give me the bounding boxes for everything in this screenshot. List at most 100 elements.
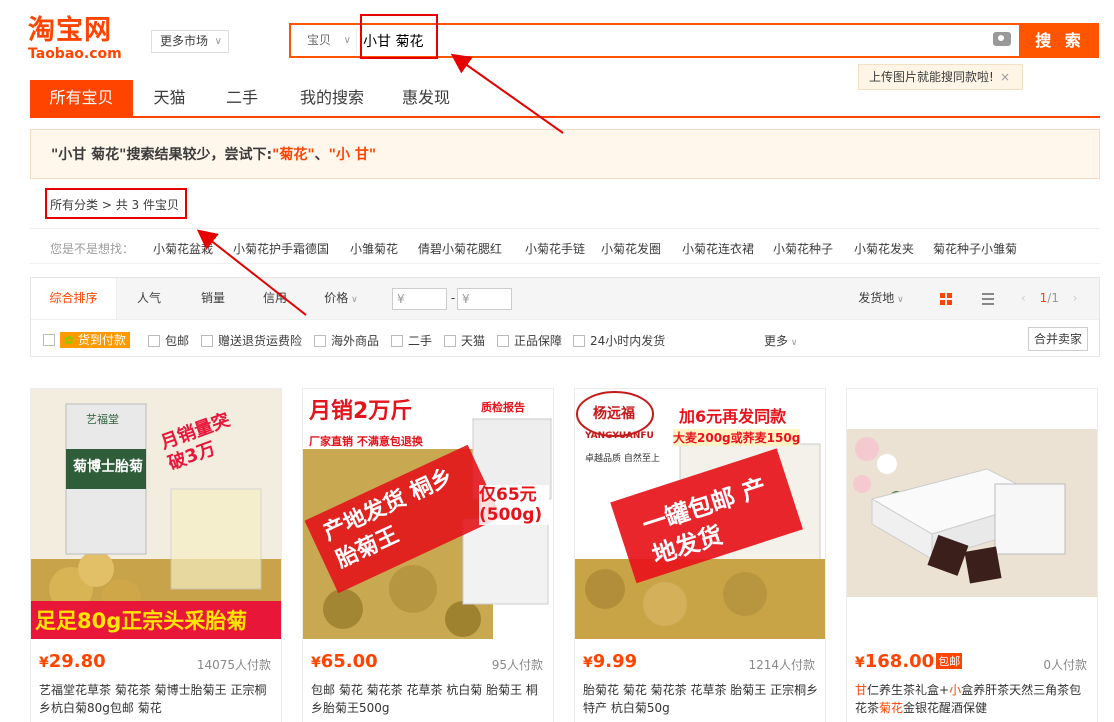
product-image[interactable]: 杨远福 YANGYUANFU 加6元再发同款 大麦200g或荞麦150g 卓越品… [575, 389, 825, 639]
tab-my-search[interactable]: 我的搜索 [278, 80, 386, 116]
filter-return-insurance[interactable]: 赠送退货运费险 [201, 332, 302, 349]
product-price: ¥65.00 [311, 651, 378, 672]
checkbox[interactable] [43, 334, 55, 346]
checkbox[interactable] [314, 335, 326, 347]
product-price: ¥9.99 [583, 651, 637, 672]
suggestion-text: "小甘 菊花"搜索结果较少，尝试下: [51, 147, 273, 163]
product-title[interactable]: 艺福堂花草茶 菊花茶 菊博士胎菊王 正宗桐乡杭白菊80g包邮 菊花 [39, 681, 275, 717]
currency-symbol: ¥ [583, 655, 593, 671]
checkbox[interactable] [573, 335, 585, 347]
currency-symbol: ¥ [855, 655, 865, 671]
image-overlay-top: 加6元再发同款 [679, 407, 787, 426]
image-overlay-bottom: 足足80g正宗头采胎菊 [35, 609, 248, 633]
filter-24h-ship[interactable]: 24小时内发货 [573, 332, 665, 349]
cod-label: 货到付款 [77, 333, 126, 347]
filter-label: 海外商品 [331, 334, 380, 348]
camera-icon[interactable] [993, 32, 1011, 46]
price-min-input[interactable]: ¥ [392, 288, 447, 310]
did-you-mean-item[interactable]: 倩碧小菊花腮红 [418, 240, 502, 257]
logo-cn: 淘宝网 [28, 15, 112, 46]
did-you-mean-label: 您是不是想找： [50, 242, 135, 256]
checkbox[interactable] [391, 335, 403, 347]
search-scope-tabs: 所有宝贝 天猫 二手 我的搜索 惠发现 [30, 80, 1100, 118]
filter-label: 24小时内发货 [590, 334, 666, 348]
filter-overseas[interactable]: 海外商品 [314, 332, 379, 349]
image-can-label: 菊博士胎菊 [73, 459, 143, 475]
chevron-down-icon: ∨ [214, 36, 222, 47]
image-overlay-sub: 厂家直销 不满意包退换 [309, 435, 423, 448]
price-max-input[interactable]: ¥ [457, 288, 512, 310]
grid-view-icon[interactable] [940, 293, 952, 305]
list-view-icon[interactable] [982, 293, 994, 305]
product-title[interactable]: 胎菊花 菊花 菊花茶 花草茶 胎菊王 正宗桐乡特产 杭白菊50g [583, 681, 819, 717]
sort-price[interactable]: 价格 ∨ [311, 278, 371, 319]
filter-free-shipping[interactable]: 包邮 [148, 332, 189, 349]
price-value: 168.00 [864, 651, 935, 672]
product-price: ¥29.80 [39, 651, 106, 672]
did-you-mean-item[interactable]: 小菊花发圈 [601, 240, 661, 257]
ship-from-dropdown[interactable]: 发货地 ∨ [851, 278, 911, 319]
product-image[interactable]: 菊博士胎菊 艺福堂 月销量突破3万 足足80g正宗头采胎菊 [31, 389, 281, 639]
prev-page-icon[interactable]: ‹ [1021, 291, 1026, 305]
tab-all-items[interactable]: 所有宝贝 [30, 80, 133, 116]
merge-sellers-button[interactable]: 合并卖家 [1028, 327, 1088, 351]
filter-label: 赠送退货运费险 [218, 334, 303, 348]
currency-symbol: ¥ [39, 655, 49, 671]
suggestion-link-xiaogan[interactable]: "小 甘" [329, 147, 376, 163]
breadcrumb-all-categories[interactable]: 所有分类 [50, 198, 98, 212]
did-you-mean-item[interactable]: 小菊花发夹 [854, 240, 914, 257]
did-you-mean-item[interactable]: 小雏菊花 [350, 240, 398, 257]
sort-default[interactable]: 综合排序 [31, 278, 117, 319]
did-you-mean-item[interactable]: 菊花种子小雏菊 [933, 240, 1017, 257]
checkbox[interactable] [201, 335, 213, 347]
did-you-mean-bar: 您是不是想找： 小菊花盆栽 小菊花护手霜德国 小雏菊花 倩碧小菊花腮红 小菊花手… [30, 228, 1100, 264]
product-title[interactable]: 包邮 菊花 菊花茶 花草茶 杭白菊 胎菊王 桐乡胎菊王500g [311, 681, 547, 717]
product-card[interactable]: 菊博士胎菊 艺福堂 月销量突破3万 足足80g正宗头采胎菊 ¥29.80 140… [30, 388, 282, 722]
currency-symbol: ¥ [311, 655, 321, 671]
taobao-logo[interactable]: 淘宝网 Taobao.com [28, 16, 140, 66]
tab-secondhand[interactable]: 二手 [206, 80, 278, 116]
result-count: 共 3 件宝贝 [115, 198, 179, 212]
few-results-notice: "小甘 菊花"搜索结果较少，尝试下:"菊花"、"小 甘" [30, 129, 1100, 179]
search-type-select[interactable]: 宝贝 ∨ [295, 28, 357, 53]
product-card[interactable]: ¥168.00 包邮 0人付款 甘仁养生茶礼盒+小盒养肝茶天然三角茶包花茶菊花金银… [846, 388, 1098, 722]
checkbox[interactable] [444, 335, 456, 347]
leaf-icon: ✿ [64, 333, 75, 347]
filter-row: ✿ 货到付款 包邮 赠送退货运费险 海外商品 二手 天猫 正品保障 24小时内发… [31, 321, 1099, 357]
sort-popularity[interactable]: 人气 [117, 278, 181, 319]
did-you-mean-item[interactable]: 小菊花盆栽 [153, 240, 213, 257]
checkbox[interactable] [497, 335, 509, 347]
did-you-mean-item[interactable]: 小菊花种子 [773, 240, 833, 257]
tab-deals[interactable]: 惠发现 [386, 80, 466, 116]
sort-price-label: 价格 [324, 291, 349, 305]
suggestion-link-chrysanthemum[interactable]: "菊花" [272, 147, 315, 163]
sort-sales[interactable]: 销量 [181, 278, 245, 319]
filter-tmall[interactable]: 天猫 [444, 332, 485, 349]
image-brand: 艺福堂 [86, 413, 119, 426]
product-card[interactable]: 杨远福 YANGYUANFU 加6元再发同款 大麦200g或荞麦150g 卓越品… [574, 388, 826, 722]
filter-genuine[interactable]: 正品保障 [497, 332, 562, 349]
filter-label: 天猫 [461, 334, 486, 348]
did-you-mean-item[interactable]: 小菊花护手霜德国 [233, 240, 329, 257]
image-overlay-price: 仅65元 (500g) [479, 485, 549, 525]
sort-credit[interactable]: 信用 [245, 278, 305, 319]
product-image[interactable]: 月销2万斤 厂家直销 不满意包退换 质检报告 产地发货 桐乡胎菊王 仅65元 (… [303, 389, 553, 639]
product-image[interactable] [847, 389, 1097, 639]
checkbox[interactable] [148, 335, 160, 347]
did-you-mean-item[interactable]: 小菊花连衣裙 [682, 240, 754, 257]
image-overlay-report: 质检报告 [481, 401, 525, 414]
filter-cod[interactable]: ✿ 货到付款 [43, 332, 130, 348]
next-page-icon[interactable]: › [1073, 291, 1078, 305]
more-filters-dropdown[interactable]: 更多 ∨ [764, 332, 797, 349]
product-card[interactable]: 月销2万斤 厂家直销 不满意包退换 质检报告 产地发货 桐乡胎菊王 仅65元 (… [302, 388, 554, 722]
more-markets-dropdown[interactable]: 更多市场 ∨ [151, 30, 229, 53]
product-title[interactable]: 甘仁养生茶礼盒+小盒养肝茶天然三角茶包花茶菊花金银花醒酒保健 [855, 681, 1091, 717]
search-button[interactable]: 搜 索 [1021, 23, 1099, 58]
price-value: 9.99 [592, 651, 638, 672]
filter-secondhand[interactable]: 二手 [391, 332, 432, 349]
did-you-mean-item[interactable]: 小菊花手链 [525, 240, 585, 257]
suggestion-sep: 、 [314, 147, 329, 163]
search-input[interactable] [363, 28, 963, 53]
tab-tmall[interactable]: 天猫 [133, 80, 206, 116]
mini-pager: ‹ 1/1 › [1021, 278, 1099, 319]
